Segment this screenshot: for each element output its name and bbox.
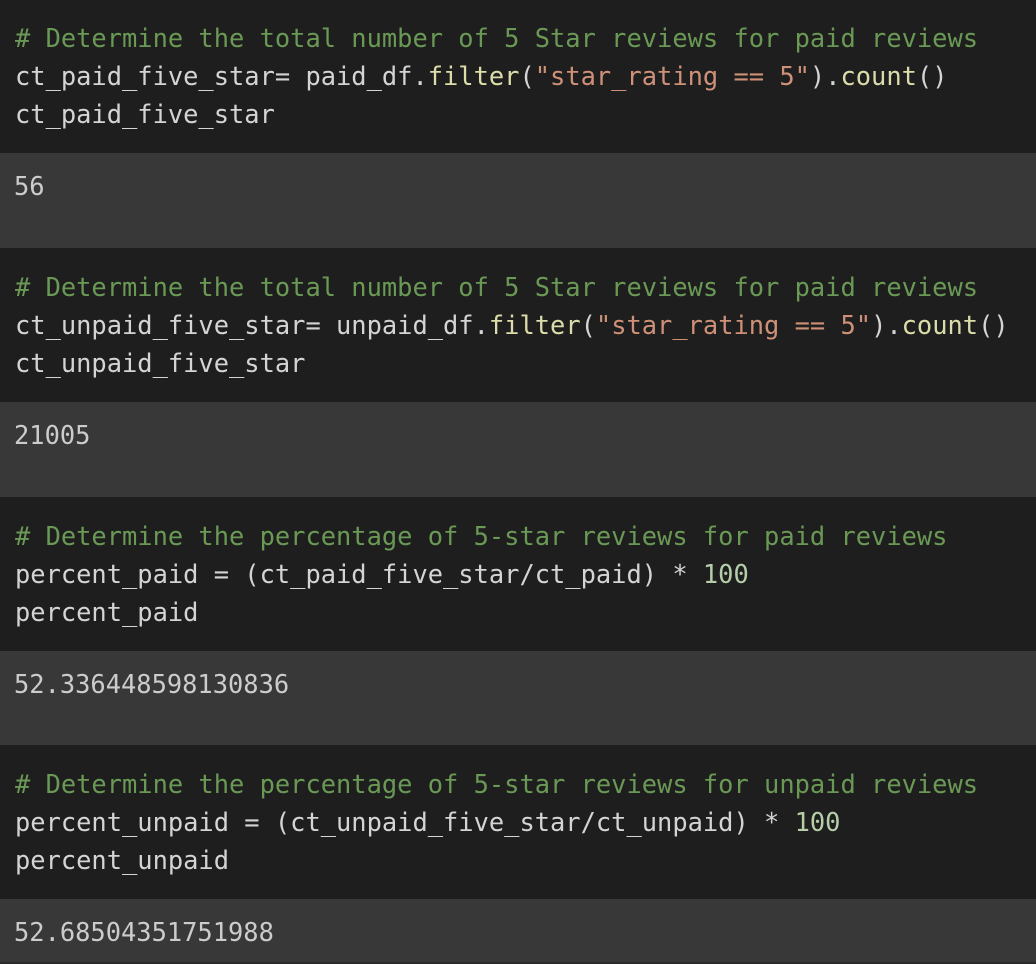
output-value: 21005 — [14, 420, 91, 450]
output-cell-4: 52.68504351751988 — [0, 899, 1036, 962]
code-text: ct_paid_five_star= paid_df. — [15, 61, 428, 91]
code-number: 100 — [794, 807, 841, 837]
code-text: percent_paid = (ct_paid_five_star/ct_pai… — [15, 559, 703, 589]
output-cell-2: 21005 — [0, 402, 1036, 497]
code-text: ( — [580, 310, 596, 340]
output-cell-3: 52.336448598130836 — [0, 651, 1036, 745]
code-cell-2[interactable]: # Determine the total number of 5 Star r… — [0, 268, 1036, 382]
code-line: percent_unpaid — [15, 845, 230, 875]
code-string: "star_rating == 5" — [595, 310, 872, 340]
code-line: ct_paid_five_star — [15, 99, 275, 129]
code-comment: # Determine the percentage of 5-star rev… — [15, 521, 948, 551]
code-text: percent_unpaid = (ct_unpaid_five_star/ct… — [15, 807, 795, 837]
code-text: ). — [871, 310, 902, 340]
code-line: ct_paid_five_star= paid_df.filter("star_… — [15, 57, 1036, 95]
code-text: () — [916, 61, 948, 91]
code-text: () — [978, 310, 1009, 340]
code-function: filter — [427, 61, 520, 91]
code-line: ct_unpaid_five_star= unpaid_df.filter("s… — [15, 306, 1036, 344]
code-comment: # Determine the percentage of 5-star rev… — [15, 769, 979, 799]
code-cell-4[interactable]: # Determine the percentage of 5-star rev… — [0, 765, 1036, 879]
code-line: ct_unpaid_five_star — [15, 348, 306, 378]
code-function: count — [901, 310, 979, 340]
code-function: count — [840, 61, 917, 91]
code-line: percent_unpaid = (ct_unpaid_five_star/ct… — [15, 803, 1036, 841]
code-cell-3[interactable]: # Determine the percentage of 5-star rev… — [0, 517, 1036, 631]
code-string: "star_rating == 5" — [534, 61, 810, 91]
code-comment: # Determine the total number of 5 Star r… — [15, 23, 979, 53]
output-value: 52.68504351751988 — [14, 917, 274, 947]
output-cell-1: 56 — [0, 153, 1036, 248]
code-text: ). — [809, 61, 841, 91]
code-cell-1[interactable]: # Determine the total number of 5 Star r… — [0, 19, 1036, 133]
output-value: 52.336448598130836 — [14, 669, 290, 699]
code-number: 100 — [702, 559, 749, 589]
code-text: ct_unpaid_five_star= unpaid_df. — [15, 310, 489, 340]
code-line: percent_paid — [15, 597, 199, 627]
notebook: # Determine the total number of 5 Star r… — [0, 0, 1036, 964]
code-function: filter — [488, 310, 581, 340]
code-text: ( — [519, 61, 535, 91]
code-comment: # Determine the total number of 5 Star r… — [15, 272, 979, 302]
code-line: percent_paid = (ct_paid_five_star/ct_pai… — [15, 555, 1036, 593]
output-value: 56 — [14, 171, 45, 201]
